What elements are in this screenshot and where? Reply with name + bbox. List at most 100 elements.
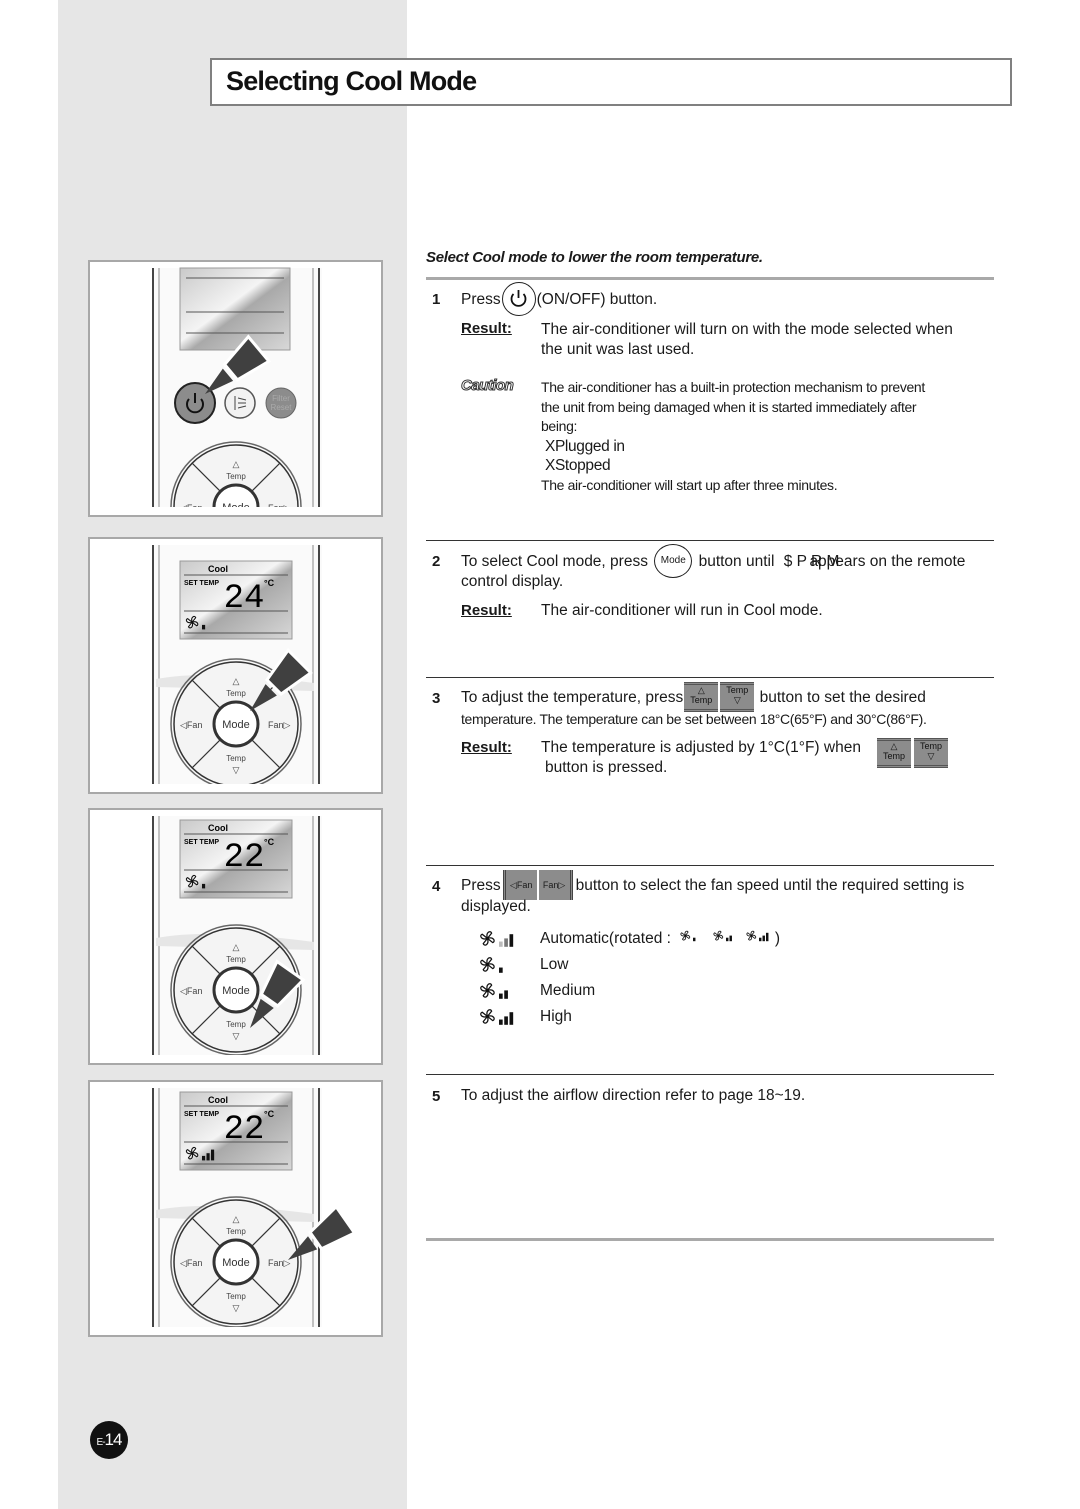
divider [426, 1074, 994, 1075]
fan-bar [726, 938, 729, 942]
fan-bar [729, 936, 733, 942]
temp-down-button-icon: Temp ▽ [914, 738, 948, 768]
fan-bar [211, 1149, 215, 1161]
step-text: Press [461, 291, 501, 308]
temp-down-button-icon: Temp ▽ [720, 681, 755, 712]
temp-up-label: Temp [226, 472, 246, 481]
svg-text:△: △ [233, 1214, 240, 1224]
lcd-set-temp-label: SET TEMP [184, 1111, 219, 1118]
fan-speed-item: Medium [478, 982, 595, 1006]
divider [426, 1238, 994, 1241]
lcd-temp-unit: °C [264, 1109, 275, 1119]
svg-text:▽: ▽ [233, 1303, 240, 1313]
remote-illustration-4: Cool SET TEMP 22 °C Mode △ Temp Temp ▽ ◁Fan Fan▷ [88, 1080, 383, 1337]
step-text: control display. [461, 573, 564, 590]
lcd-temperature: 22 [224, 839, 265, 877]
step-number: 5 [432, 1088, 441, 1105]
temp-down-label: Temp [226, 1020, 246, 1029]
remote-illustration-2: Cool SET TEMP 24 °C Mode △ Temp Temp ▽ ◁Fan Fan▷ [88, 537, 383, 794]
fan-bar [206, 1153, 210, 1161]
divider [426, 277, 994, 280]
fan-left-label: ◁Fan [180, 720, 202, 730]
step-4-text: Press ◁Fan Fan▷ button to select the fan sp… [461, 869, 965, 900]
step-text: To adjust the airflow direction refer to… [461, 1087, 806, 1104]
fan-bar [733, 933, 735, 941]
intro-heading: Select Cool mode to lower the room tempe… [426, 249, 763, 266]
result-label: Result: [461, 602, 512, 619]
fan-speed-label-suffix: ) [770, 930, 780, 947]
result-text: The air-conditioner will run in Cool mod… [541, 602, 823, 619]
step-number: 1 [432, 291, 441, 308]
fan-bar [510, 960, 514, 973]
fan-speed-icon [478, 1009, 516, 1031]
svg-text:▽: ▽ [233, 1031, 240, 1041]
temp-buttons-icon: △ TempTemp ▽ [877, 738, 948, 768]
fan-speed-icon [478, 957, 516, 979]
fan-speed-label: Automatic(rotated : ) [540, 930, 780, 947]
fan-speed-item: Automatic(rotated : ) [478, 930, 780, 954]
fan-icon [480, 931, 514, 947]
fan-bar [499, 941, 503, 947]
fan-level-icon [712, 930, 737, 947]
caution-line: XStopped [541, 457, 611, 474]
page-title: Selecting Cool Mode [226, 66, 477, 96]
caution-text: The air-conditioner has a built-in prote… [541, 378, 925, 495]
fan-icon [480, 957, 514, 973]
fan-bar [759, 938, 762, 942]
button-label: Temp [690, 694, 713, 705]
fan-right-button-icon: Fan▷ [538, 869, 573, 900]
step-text: temperature. The temperature can be set … [461, 711, 927, 727]
fan-bar [499, 993, 503, 999]
page-prefix: E- [96, 1437, 106, 1448]
result-text: The air-conditioner will turn on with th… [541, 321, 953, 338]
fan-speed-label: High [540, 1008, 572, 1025]
fan-bar [700, 933, 702, 941]
fan-speed-item: High [478, 1008, 572, 1032]
fan-right-label: Fan▷ [268, 720, 291, 730]
fan-left-label: ◁Fan [180, 1258, 202, 1268]
temp-up-label: Temp [226, 955, 246, 964]
svg-text:△: △ [233, 942, 240, 952]
fan-bar [696, 936, 698, 942]
control-dial: Mode △ Temp Temp ▽ ◁Fan Fan▷ [170, 1196, 302, 1327]
caution-label: Caution [460, 377, 514, 395]
power-button-icon [501, 281, 536, 316]
step-1-text: Press (ON/OFF) button. [461, 281, 657, 316]
step-text: To adjust the temperature, press [461, 689, 684, 706]
result-text: the unit was last used. [541, 341, 695, 358]
fan-bar [504, 938, 508, 947]
svg-text:Filter: Filter [272, 394, 290, 403]
step-number: 4 [432, 878, 441, 895]
remote-illustration-1: FilterResetMode△TempTemp▽◁FanFan▷ [88, 260, 383, 517]
step-text: Press [461, 877, 501, 894]
svg-text:▽: ▽ [233, 765, 240, 775]
title-box: Selecting Cool Mode [210, 58, 1012, 106]
temp-down-label: Temp [226, 754, 246, 763]
step-3-text: To adjust the temperature, press △ TempTem… [461, 681, 926, 712]
step-text: button to set the desired [759, 689, 926, 706]
result-text: button is pressed. [545, 759, 668, 776]
svg-text:Mode: Mode [222, 719, 250, 731]
step-number: 2 [432, 553, 441, 570]
divider [426, 677, 994, 678]
caution-line: XPlugged in [541, 437, 625, 455]
lcd-set-temp-label: SET TEMP [184, 839, 219, 846]
fan-bar [509, 934, 514, 947]
svg-text:Reset: Reset [271, 403, 293, 412]
lcd-temp-unit: °C [264, 578, 275, 588]
fan-icon [713, 931, 735, 942]
svg-text:Mode: Mode [222, 985, 250, 997]
step-text: button to select the fan speed until the… [575, 877, 965, 894]
fan-bar [202, 1155, 206, 1161]
svg-text:△: △ [233, 676, 240, 686]
fan-bar [510, 986, 514, 999]
fan-icon [480, 1009, 514, 1025]
fan-bar [504, 1016, 508, 1025]
step-text: To select Cool mode, press [461, 553, 648, 570]
caution-line: the unit from being damaged when it is s… [541, 398, 917, 415]
caution-line: The air-conditioner has a built-in prote… [541, 379, 925, 395]
fan-bar [499, 1019, 503, 1025]
svg-text:Mode: Mode [222, 1257, 250, 1269]
fan-bar [202, 624, 206, 630]
lcd-mode-label: Cool [208, 1095, 228, 1105]
